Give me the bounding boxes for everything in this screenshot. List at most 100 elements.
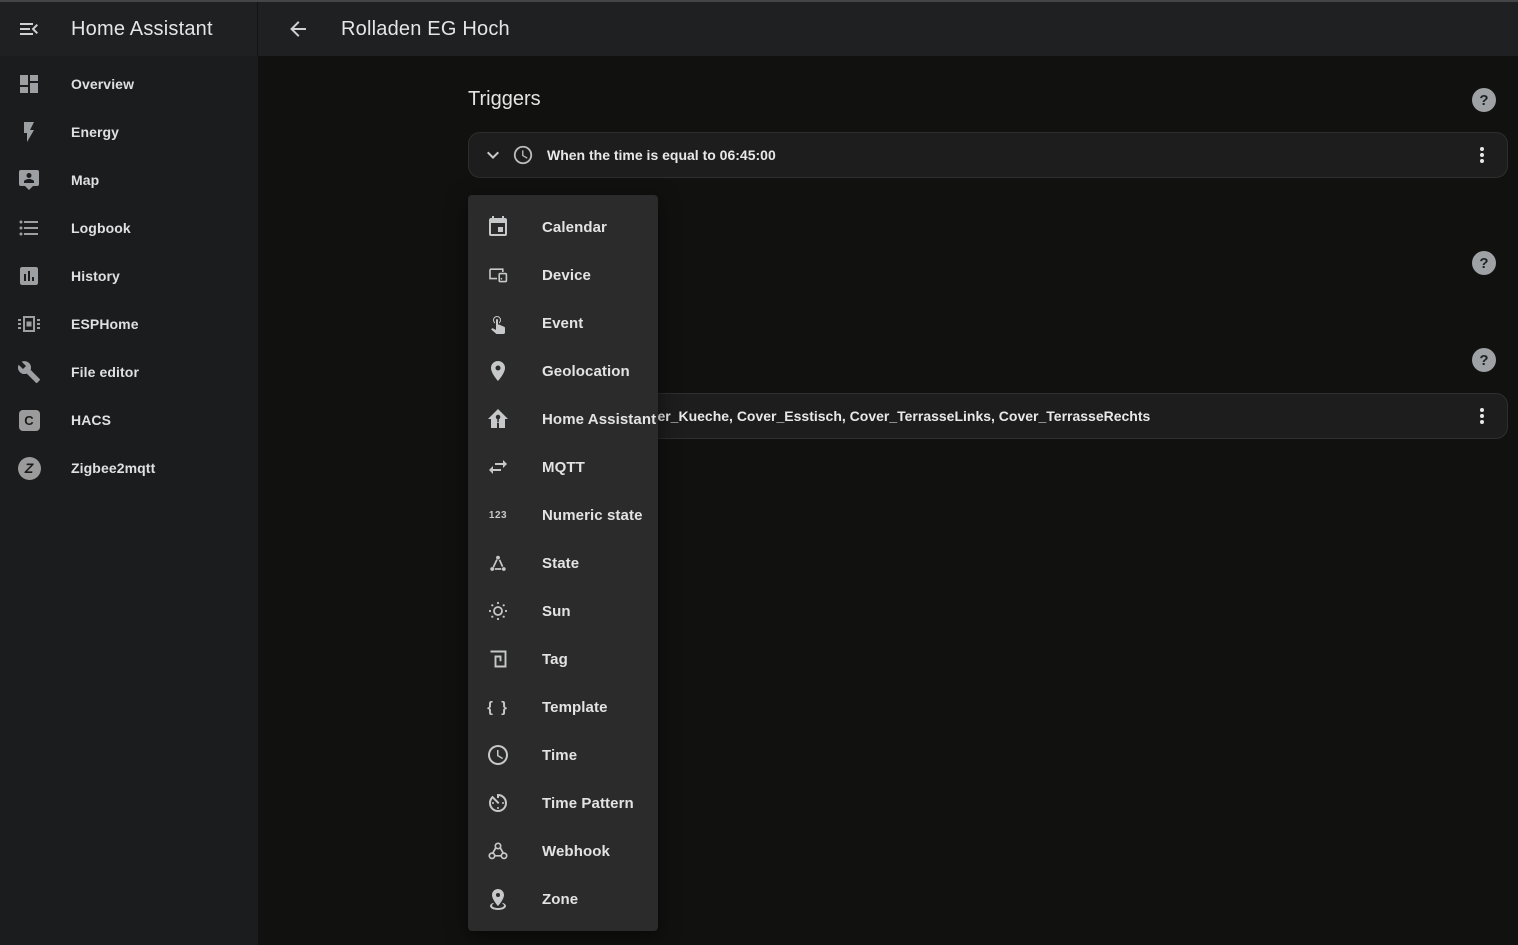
chevron-down-icon xyxy=(481,143,505,167)
av-timer-icon xyxy=(486,791,510,815)
triggers-heading: Triggers xyxy=(468,88,541,111)
automation-editor: Triggers ? When the time is equal to 06:… xyxy=(258,56,1518,945)
tooltip-account-icon xyxy=(17,168,41,192)
menu-item-label: Time xyxy=(542,747,577,764)
menu-item-label: Webhook xyxy=(542,843,610,860)
map-marker-radius-icon xyxy=(486,887,510,911)
menu-item-home-assistant[interactable]: Home Assistant xyxy=(468,395,658,443)
sidebar-item-map[interactable]: Map xyxy=(0,156,258,204)
numeric-icon: 123 xyxy=(486,503,510,527)
wrench-icon xyxy=(17,360,41,384)
menu-item-device[interactable]: Device xyxy=(468,251,658,299)
menu-item-label: Device xyxy=(542,267,591,284)
menu-item-event[interactable]: Event xyxy=(468,299,658,347)
menu-item-sun[interactable]: Sun xyxy=(468,587,658,635)
menu-item-label: Calendar xyxy=(542,219,607,236)
sidebar-item-logbook[interactable]: Logbook xyxy=(0,204,258,252)
sidebar-header: Home Assistant xyxy=(0,2,258,56)
menu-item-label: Numeric state xyxy=(542,507,643,524)
menu-item-mqtt[interactable]: MQTT xyxy=(468,443,658,491)
trigger-summary: When the time is equal to 06:45:00 xyxy=(547,147,1470,163)
help-icon: ? xyxy=(1479,255,1488,272)
app-header: Home Assistant Rolladen EG Hoch xyxy=(0,2,1518,56)
hacs-icon: C xyxy=(17,408,41,432)
home-assistant-icon xyxy=(486,407,510,431)
sunny-icon xyxy=(486,599,510,623)
sidebar-item-label: File editor xyxy=(71,364,139,380)
sidebar-item-zigbee2mqtt[interactable]: Z Zigbee2mqtt xyxy=(0,444,258,492)
menu-item-label: MQTT xyxy=(542,459,585,476)
devices-icon xyxy=(486,263,510,287)
sidebar: Overview Energy Map Logbook History ESPHome Fi… xyxy=(0,56,258,945)
sidebar-item-esphome[interactable]: ESPHome xyxy=(0,300,258,348)
sidebar-item-file-editor[interactable]: File editor xyxy=(0,348,258,396)
trigger-card[interactable]: When the time is equal to 06:45:00 xyxy=(468,132,1508,178)
sidebar-item-hacs[interactable]: C HACS xyxy=(0,396,258,444)
menu-item-label: Time Pattern xyxy=(542,795,634,812)
toolbar: Rolladen EG Hoch xyxy=(258,2,1518,56)
flash-icon xyxy=(17,120,41,144)
calendar-icon xyxy=(486,215,510,239)
home-assistant-window: Home Assistant Rolladen EG Hoch Overview… xyxy=(0,0,1518,945)
menu-item-webhook[interactable]: Webhook xyxy=(468,827,658,875)
window-top-edge xyxy=(0,0,1518,2)
sidebar-item-energy[interactable]: Energy xyxy=(0,108,258,156)
menu-item-geolocation[interactable]: Geolocation xyxy=(468,347,658,395)
menu-item-label: Zone xyxy=(542,891,578,908)
sidebar-item-label: ESPHome xyxy=(71,316,139,332)
help-icon: ? xyxy=(1479,92,1488,109)
sidebar-item-label: Energy xyxy=(71,124,119,140)
map-marker-icon xyxy=(486,359,510,383)
add-trigger-menu: Calendar Device Event Geolocation Home Assis… xyxy=(468,195,658,931)
trigger-expand-button[interactable] xyxy=(481,143,505,167)
action-overflow-button[interactable] xyxy=(1470,404,1494,428)
sidebar-item-label: Zigbee2mqtt xyxy=(71,460,155,476)
state-machine-icon xyxy=(486,551,510,575)
clock-outline-icon xyxy=(486,743,510,767)
menu-item-label: Geolocation xyxy=(542,363,630,380)
trigger-overflow-button[interactable] xyxy=(1470,143,1494,167)
dots-vertical-icon xyxy=(1470,143,1494,167)
sidebar-item-label: History xyxy=(71,268,120,284)
menu-item-state[interactable]: State xyxy=(468,539,658,587)
conditions-help-button[interactable]: ? xyxy=(1472,251,1496,275)
help-icon: ? xyxy=(1479,352,1488,369)
gesture-tap-icon xyxy=(486,311,510,335)
menu-item-zone[interactable]: Zone xyxy=(468,875,658,923)
menu-item-label: Template xyxy=(542,699,608,716)
arrow-left-icon xyxy=(286,17,310,41)
menu-item-label: State xyxy=(542,555,579,572)
chart-box-icon xyxy=(17,264,41,288)
sidebar-item-label: Logbook xyxy=(71,220,131,236)
menu-item-template[interactable]: { } Template xyxy=(468,683,658,731)
clock-icon xyxy=(512,144,534,166)
menu-item-label: Event xyxy=(542,315,583,332)
menu-item-label: Tag xyxy=(542,651,568,668)
menu-item-time-pattern[interactable]: Time Pattern xyxy=(468,779,658,827)
actions-help-button[interactable]: ? xyxy=(1472,348,1496,372)
menu-item-numeric-state[interactable]: 123 Numeric state xyxy=(468,491,658,539)
sidebar-list: Overview Energy Map Logbook History ESPHome Fi… xyxy=(0,56,258,492)
sidebar-item-label: Map xyxy=(71,172,99,188)
page-title: Rolladen EG Hoch xyxy=(341,18,510,41)
triggers-help-button[interactable]: ? xyxy=(1472,88,1496,112)
sidebar-title: Home Assistant xyxy=(71,18,213,41)
template-braces-icon: { } xyxy=(486,695,510,719)
sidebar-toggle-button[interactable] xyxy=(17,17,41,41)
view-dashboard-icon xyxy=(17,72,41,96)
zigbee2mqtt-icon: Z xyxy=(17,456,41,480)
menu-item-tag[interactable]: Tag xyxy=(468,635,658,683)
menu-item-calendar[interactable]: Calendar xyxy=(468,203,658,251)
dots-vertical-icon xyxy=(1470,404,1494,428)
sidebar-item-history[interactable]: History xyxy=(0,252,258,300)
menu-open-icon xyxy=(17,17,41,41)
sidebar-item-label: HACS xyxy=(71,412,111,428)
menu-item-label: Home Assistant xyxy=(542,411,656,428)
sidebar-item-label: Overview xyxy=(71,76,134,92)
back-button[interactable] xyxy=(286,17,310,41)
menu-item-label: Sun xyxy=(542,603,571,620)
format-list-bulleted-icon xyxy=(17,216,41,240)
sidebar-item-overview[interactable]: Overview xyxy=(0,60,258,108)
menu-item-time[interactable]: Time xyxy=(468,731,658,779)
chip-icon xyxy=(17,312,41,336)
